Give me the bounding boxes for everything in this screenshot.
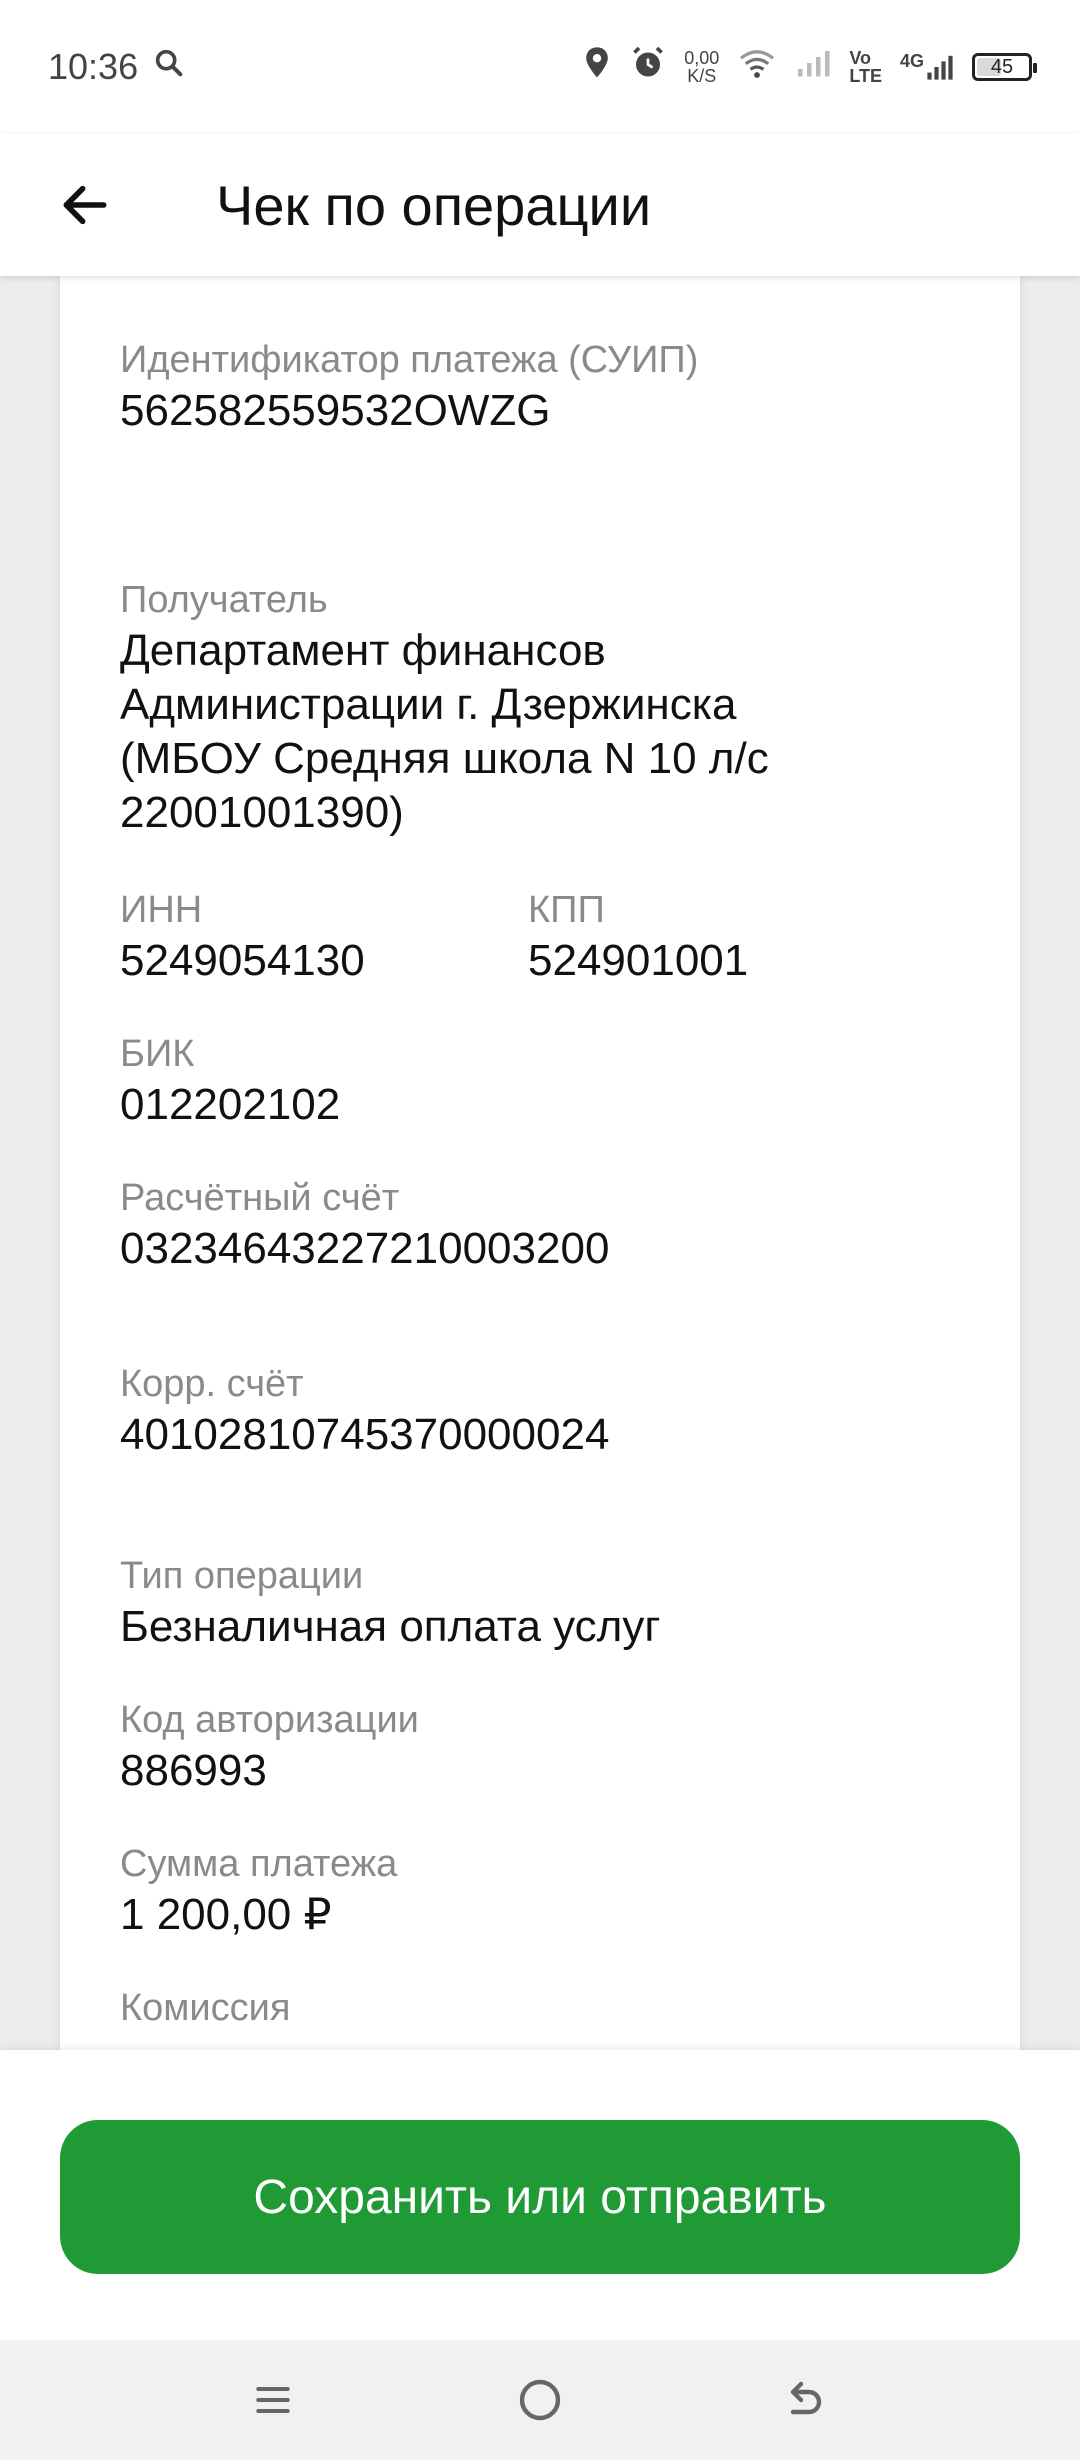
inn-value: 5249054130	[120, 936, 365, 985]
field-recipient: Получатель Департамент финансов Админист…	[120, 576, 960, 840]
auth-value: 886993	[120, 1746, 267, 1795]
recipient-label: Получатель	[120, 579, 328, 621]
corr-value: 40102810745370000024	[120, 1410, 610, 1459]
back-button[interactable]	[30, 150, 140, 260]
field-account: Расчётный счёт 03234643227210003200	[120, 1174, 960, 1276]
wifi-icon	[737, 46, 777, 88]
home-circle-icon	[519, 2379, 561, 2421]
signal-icon-sim1	[795, 46, 831, 88]
net-speed: 0,00 K/S	[684, 49, 719, 85]
save-or-send-button[interactable]: Сохранить или отправить	[60, 2120, 1020, 2274]
account-label: Расчётный счёт	[120, 1177, 400, 1219]
recipient-value: Департамент финансов Администрации г. Дз…	[120, 626, 769, 837]
alarm-icon	[630, 45, 666, 90]
status-bar: 10:36 0,00 K/S Vo LTE 4G 45	[0, 0, 1080, 134]
inn-label: ИНН	[120, 889, 203, 931]
receipt-card: Идентификатор платежа (СУИП) 56258255953…	[60, 276, 1020, 2050]
back-arrow-icon	[790, 2381, 821, 2415]
menu-icon	[256, 2386, 291, 2414]
op-type-value: Безналичная оплата услуг	[120, 1602, 661, 1651]
status-right: 0,00 K/S Vo LTE 4G 45	[582, 45, 1037, 90]
location-icon	[582, 45, 612, 90]
signal-icon-sim2: 4G	[900, 52, 954, 82]
amount-label: Сумма платежа	[120, 1843, 398, 1885]
commission-label: Комиссия	[120, 1987, 291, 2029]
battery-icon: 45	[972, 53, 1037, 81]
field-suip: Идентификатор платежа (СУИП) 56258255953…	[120, 336, 960, 438]
op-type-label: Тип операции	[120, 1555, 364, 1597]
bottom-panel: Сохранить или отправить	[0, 2050, 1080, 2340]
suip-value: 562582559532OWZG	[120, 386, 551, 435]
auth-label: Код авторизации	[120, 1699, 419, 1741]
field-op-type: Тип операции Безналичная оплата услуг	[120, 1552, 960, 1654]
corr-label: Корр. счёт	[120, 1363, 304, 1405]
field-inn: ИНН 5249054130	[120, 886, 365, 988]
suip-label: Идентификатор платежа (СУИП)	[120, 339, 699, 381]
volte-top: Vo	[849, 48, 871, 68]
volte-indicator: Vo LTE	[849, 49, 882, 85]
nav-back-button[interactable]	[767, 2360, 847, 2440]
field-auth-code: Код авторизации 886993	[120, 1696, 960, 1798]
kpp-label: КПП	[528, 889, 605, 931]
status-left: 10:36	[48, 46, 186, 89]
search-icon	[152, 46, 186, 89]
bik-value: 012202102	[120, 1080, 341, 1129]
field-bik: БИК 012202102	[120, 1030, 960, 1132]
nav-menu-button[interactable]	[233, 2360, 313, 2440]
amount-value: 1 200,00 ₽	[120, 1890, 332, 1939]
field-amount: Сумма платежа 1 200,00 ₽	[120, 1840, 960, 1942]
bik-label: БИК	[120, 1033, 195, 1075]
status-time: 10:36	[48, 46, 139, 87]
volte-bottom: LTE	[849, 66, 882, 86]
network-type: 4G	[899, 51, 924, 71]
arrow-left-icon	[63, 185, 107, 225]
account-value: 03234643227210003200	[120, 1224, 610, 1273]
kpp-value: 524901001	[528, 936, 749, 985]
net-speed-unit: K/S	[687, 66, 717, 86]
net-speed-value: 0,00	[684, 48, 720, 68]
field-commission: Комиссия	[120, 1984, 960, 2032]
field-kpp: КПП 524901001	[528, 886, 748, 988]
field-corr-account: Корр. счёт 40102810745370000024	[120, 1360, 960, 1462]
battery-level: 45	[990, 55, 1014, 78]
page-title: Чек по операции	[216, 173, 652, 237]
nav-home-button[interactable]	[500, 2360, 580, 2440]
app-header: Чек по операции	[0, 134, 1080, 276]
system-nav-bar	[0, 2340, 1080, 2460]
